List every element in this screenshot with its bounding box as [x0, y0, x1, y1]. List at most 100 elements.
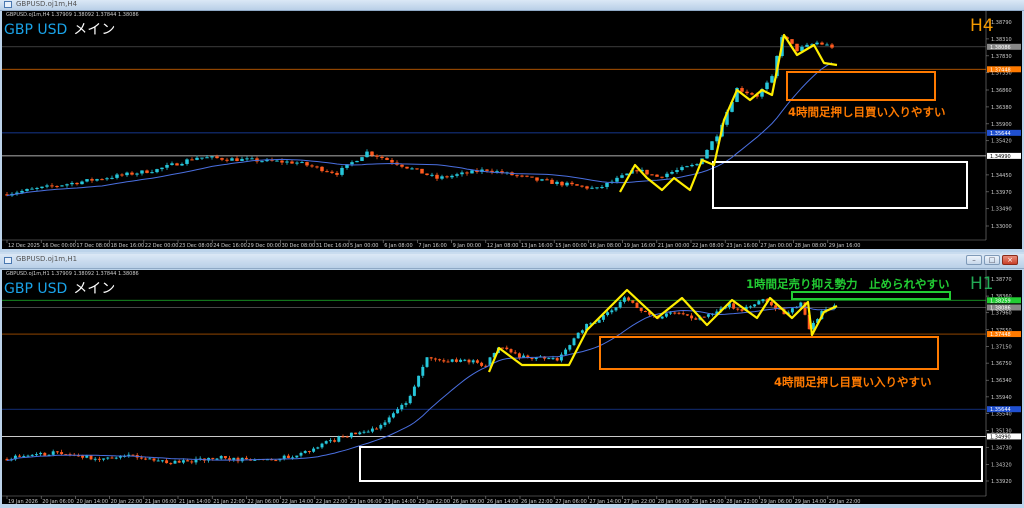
time-tick-label: 12 Jan 08:00	[487, 243, 519, 249]
symbol-suffix: メイン	[73, 22, 116, 38]
candle-body	[125, 172, 129, 176]
candle-body	[34, 454, 38, 456]
candle-body	[420, 168, 424, 174]
time-tick-label: 22 Jan 06:00	[247, 499, 279, 504]
zigzag-trend-line	[487, 288, 838, 373]
candle-body	[631, 300, 635, 303]
candle-body	[425, 173, 429, 176]
time-tick-label: 19 Jan 16:00	[624, 243, 656, 249]
time-tick-label: 16 Dec 00:00	[42, 243, 76, 249]
candle-body	[425, 357, 429, 367]
candle-body	[303, 451, 307, 453]
candle-body	[750, 93, 754, 95]
time-tick-label: 16 Jan 08:00	[589, 243, 621, 249]
candle-body	[354, 432, 358, 435]
close-button[interactable]: ×	[1002, 255, 1018, 265]
candle-body	[669, 312, 673, 314]
candle-body	[316, 447, 320, 449]
candle-body	[22, 456, 26, 458]
candle-body	[600, 186, 604, 188]
candle-body	[40, 186, 44, 188]
candle-body	[295, 162, 299, 164]
candle-body	[433, 358, 437, 360]
candle-body	[215, 156, 219, 159]
candle-body	[275, 160, 279, 162]
window-titlebar[interactable]: GBPUSD.oj1m,H1 – □ ×	[0, 254, 1024, 269]
candle-body	[675, 170, 679, 173]
candle-body	[400, 404, 404, 410]
candle-body	[26, 455, 30, 457]
candle-body	[215, 458, 219, 460]
candle-body	[135, 173, 139, 175]
candle-body	[770, 76, 774, 83]
candle-body	[610, 310, 614, 313]
candle-body	[195, 157, 199, 160]
candle-body	[110, 177, 114, 179]
candle-body	[575, 184, 579, 186]
window-titlebar[interactable]: GBPUSD.oj1m,H4	[0, 0, 1024, 11]
candle-body	[139, 457, 143, 459]
candle-body	[580, 185, 584, 187]
candle-body	[415, 168, 419, 170]
maximize-button[interactable]: □	[984, 255, 1000, 265]
candle-body	[387, 417, 391, 423]
candle-body	[324, 441, 328, 444]
candle-body	[410, 168, 414, 170]
price-tick-label: 1.34320	[991, 462, 1012, 468]
price-tick-label: 1.36860	[991, 88, 1012, 94]
candle-body	[820, 42, 824, 45]
candle-body	[140, 170, 144, 174]
candle-body	[345, 436, 349, 438]
annotation-text-h4-buy: 4時間足押し目買い入りやすい	[788, 105, 946, 119]
time-tick-label: 24 Dec 16:00	[213, 243, 247, 249]
candle-body	[396, 409, 400, 414]
candle-body	[156, 460, 160, 462]
candle-body	[471, 360, 475, 363]
chart-area-h4[interactable]: 1.38790 1.38310 1.37830 1.37350 1.36860 1.363…	[2, 11, 1022, 249]
candle-body	[745, 91, 749, 94]
candle-body	[340, 167, 344, 175]
candle-body	[240, 158, 244, 161]
time-tick-label: 29 Jan 06:00	[760, 499, 792, 504]
candle-body	[120, 174, 124, 176]
candle-body	[362, 431, 366, 433]
candle-body	[681, 313, 685, 315]
chart-window-h4: GBPUSD.oj1m,H4 1.38790 1.38310 1.37830 1.37…	[0, 0, 1024, 252]
symbol-label: GBP USD メイン	[4, 19, 115, 39]
level-price-label: 1.38086	[990, 305, 1011, 311]
candle-body	[442, 360, 446, 362]
minimize-button[interactable]: –	[966, 255, 982, 265]
candle-body	[335, 172, 339, 175]
candle-body	[144, 458, 148, 460]
candle-body	[379, 425, 383, 429]
candle-body	[280, 160, 284, 163]
candle-body	[463, 359, 467, 361]
candle-body	[830, 44, 834, 48]
time-tick-label: 21 Jan 00:00	[658, 243, 690, 249]
candle-body	[100, 179, 104, 181]
zone-rectangle-orange	[786, 71, 936, 101]
price-tick-label: 1.33490	[991, 207, 1012, 213]
candle-body	[337, 436, 341, 442]
window-title: GBPUSD.oj1m,H4	[16, 0, 78, 8]
candle-body	[366, 431, 370, 433]
candle-body	[485, 169, 489, 171]
candle-body	[555, 358, 559, 361]
time-tick-label: 6 Jan 08:00	[384, 243, 412, 249]
price-tick-label: 1.37830	[991, 54, 1012, 60]
time-tick-label: 17 Dec 08:00	[76, 243, 110, 249]
candle-body	[513, 352, 517, 354]
chart-window-h1: GBPUSD.oj1m,H1 – □ × 1.38770 1.38360 1.379…	[0, 254, 1024, 508]
candle-body	[190, 159, 194, 161]
time-tick-label: 28 Jan 22:00	[726, 499, 758, 504]
candle-body	[635, 302, 639, 309]
candle-body	[550, 179, 554, 184]
candle-body	[60, 185, 64, 187]
time-tick-label: 29 Dec 00:00	[247, 243, 281, 249]
candle-body	[39, 452, 43, 455]
candle-body	[695, 164, 699, 166]
candle-body	[435, 174, 439, 179]
chart-area-h1[interactable]: 1.38770 1.38360 1.37960 1.37550 1.37150 1.367…	[2, 270, 1022, 504]
candle-body	[460, 172, 464, 175]
candle-body	[307, 451, 311, 453]
